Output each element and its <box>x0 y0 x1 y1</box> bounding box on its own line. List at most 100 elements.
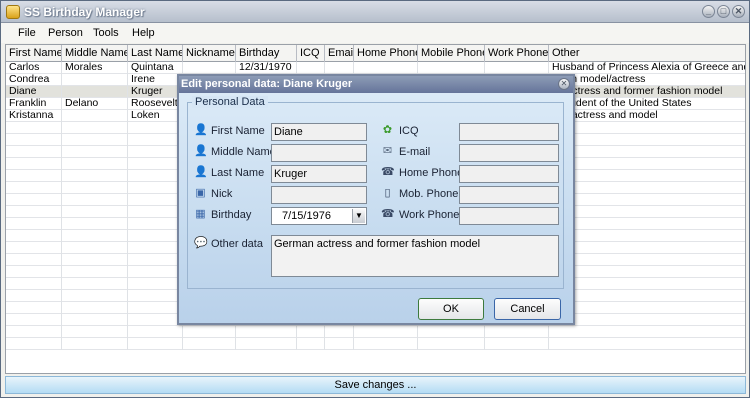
cell-nickname[interactable] <box>183 326 236 338</box>
cell-middle-name[interactable] <box>62 122 128 134</box>
cell-first-name[interactable] <box>6 146 62 158</box>
cell-birthday[interactable]: 12/31/1970 <box>236 62 297 74</box>
cell-middle-name[interactable] <box>62 158 128 170</box>
save-changes-bar[interactable]: Save changes ... <box>5 376 746 394</box>
minimize-button[interactable]: _ <box>702 5 715 18</box>
cell-other[interactable] <box>549 158 745 170</box>
column-header-other[interactable]: Other <box>549 45 745 62</box>
column-header-work-phone[interactable]: Work Phone <box>485 45 549 62</box>
cell-other[interactable]: President of the United States <box>549 98 745 110</box>
cell-middle-name[interactable]: Delano <box>62 98 128 110</box>
cell-icq[interactable] <box>297 338 325 350</box>
home-phone-field[interactable] <box>459 165 559 183</box>
cell-last-name[interactable] <box>128 302 183 314</box>
table-row[interactable]: Carlos Morales Quintana 12/31/1970 Husband o… <box>6 62 745 74</box>
cell-first-name[interactable] <box>6 134 62 146</box>
column-header-home-phone[interactable]: Home Phone <box>354 45 418 62</box>
cell-last-name[interactable] <box>128 182 183 194</box>
cell-other[interactable]: an actress and former fashion model <box>549 86 745 98</box>
cell-last-name[interactable]: Quintana <box>128 62 183 74</box>
cell-icq[interactable] <box>297 62 325 74</box>
cell-middle-name[interactable] <box>62 194 128 206</box>
menu-help[interactable]: Help <box>132 27 155 39</box>
dialog-close-icon[interactable]: ✕ <box>558 78 570 90</box>
cell-middle-name[interactable] <box>62 278 128 290</box>
middle-name-field[interactable] <box>271 144 367 162</box>
cell-first-name[interactable] <box>6 230 62 242</box>
cell-first-name[interactable] <box>6 266 62 278</box>
cell-other[interactable] <box>549 338 745 350</box>
cell-middle-name[interactable] <box>62 230 128 242</box>
cell-email[interactable] <box>325 338 354 350</box>
cell-other[interactable] <box>549 134 745 146</box>
column-header-icq[interactable]: ICQ <box>297 45 325 62</box>
cell-home-phone[interactable] <box>354 62 418 74</box>
close-button[interactable]: ✕ <box>732 5 745 18</box>
cell-birthday[interactable] <box>236 338 297 350</box>
cell-middle-name[interactable] <box>62 134 128 146</box>
cell-other[interactable] <box>549 182 745 194</box>
cell-middle-name[interactable] <box>62 74 128 86</box>
cell-last-name[interactable] <box>128 290 183 302</box>
cell-mobile-phone[interactable] <box>418 326 485 338</box>
cell-middle-name[interactable] <box>62 218 128 230</box>
cell-middle-name[interactable]: Morales <box>62 62 128 74</box>
cell-other[interactable] <box>549 302 745 314</box>
cell-other[interactable] <box>549 266 745 278</box>
cell-middle-name[interactable] <box>62 206 128 218</box>
cell-other[interactable] <box>549 206 745 218</box>
cell-last-name[interactable]: Roosevelt <box>128 98 183 110</box>
cell-other[interactable] <box>549 326 745 338</box>
cell-other[interactable] <box>549 254 745 266</box>
cell-mobile-phone[interactable] <box>418 62 485 74</box>
cell-other[interactable] <box>549 278 745 290</box>
cell-work-phone[interactable] <box>485 326 549 338</box>
other-data-field[interactable]: German actress and former fashion model <box>271 235 559 277</box>
last-name-field[interactable]: Kruger <box>271 165 367 183</box>
cell-home-phone[interactable] <box>354 326 418 338</box>
cell-other[interactable] <box>549 290 745 302</box>
cell-other[interactable]: avian model/actress <box>549 74 745 86</box>
cell-other[interactable] <box>549 122 745 134</box>
cell-last-name[interactable] <box>128 242 183 254</box>
cell-other[interactable]: can actress and model <box>549 110 745 122</box>
cell-icq[interactable] <box>297 326 325 338</box>
mob-phone-field[interactable] <box>459 186 559 204</box>
cell-other[interactable] <box>549 230 745 242</box>
cell-last-name[interactable] <box>128 278 183 290</box>
table-row[interactable] <box>6 326 745 338</box>
cell-first-name[interactable]: Condrea <box>6 74 62 86</box>
cell-other[interactable] <box>549 194 745 206</box>
menu-file[interactable]: File <box>18 27 36 39</box>
cell-last-name[interactable] <box>128 254 183 266</box>
cell-email[interactable] <box>325 326 354 338</box>
cell-last-name[interactable]: Kruger <box>128 86 183 98</box>
cell-first-name[interactable] <box>6 170 62 182</box>
cell-nickname[interactable] <box>183 62 236 74</box>
cell-middle-name[interactable] <box>62 290 128 302</box>
table-row[interactable] <box>6 338 745 350</box>
cell-first-name[interactable]: Kristanna <box>6 110 62 122</box>
cell-last-name[interactable] <box>128 170 183 182</box>
cell-other[interactable] <box>549 314 745 326</box>
cell-first-name[interactable] <box>6 218 62 230</box>
cell-work-phone[interactable] <box>485 338 549 350</box>
cell-first-name[interactable] <box>6 194 62 206</box>
first-name-field[interactable]: Diane <box>271 123 367 141</box>
cell-middle-name[interactable] <box>62 86 128 98</box>
cell-middle-name[interactable] <box>62 302 128 314</box>
cell-first-name[interactable] <box>6 122 62 134</box>
cell-email[interactable] <box>325 62 354 74</box>
cell-other[interactable] <box>549 218 745 230</box>
cell-middle-name[interactable] <box>62 170 128 182</box>
cell-first-name[interactable] <box>6 182 62 194</box>
birthday-picker[interactable]: 7/15/1976 ▼ <box>271 207 367 225</box>
email-field[interactable] <box>459 144 559 162</box>
cell-last-name[interactable] <box>128 314 183 326</box>
column-header-nickname[interactable]: Nickname <box>183 45 236 62</box>
cell-last-name[interactable] <box>128 338 183 350</box>
maximize-button[interactable]: □ <box>717 5 730 18</box>
cell-first-name[interactable] <box>6 326 62 338</box>
cell-last-name[interactable] <box>128 206 183 218</box>
icq-field[interactable] <box>459 123 559 141</box>
